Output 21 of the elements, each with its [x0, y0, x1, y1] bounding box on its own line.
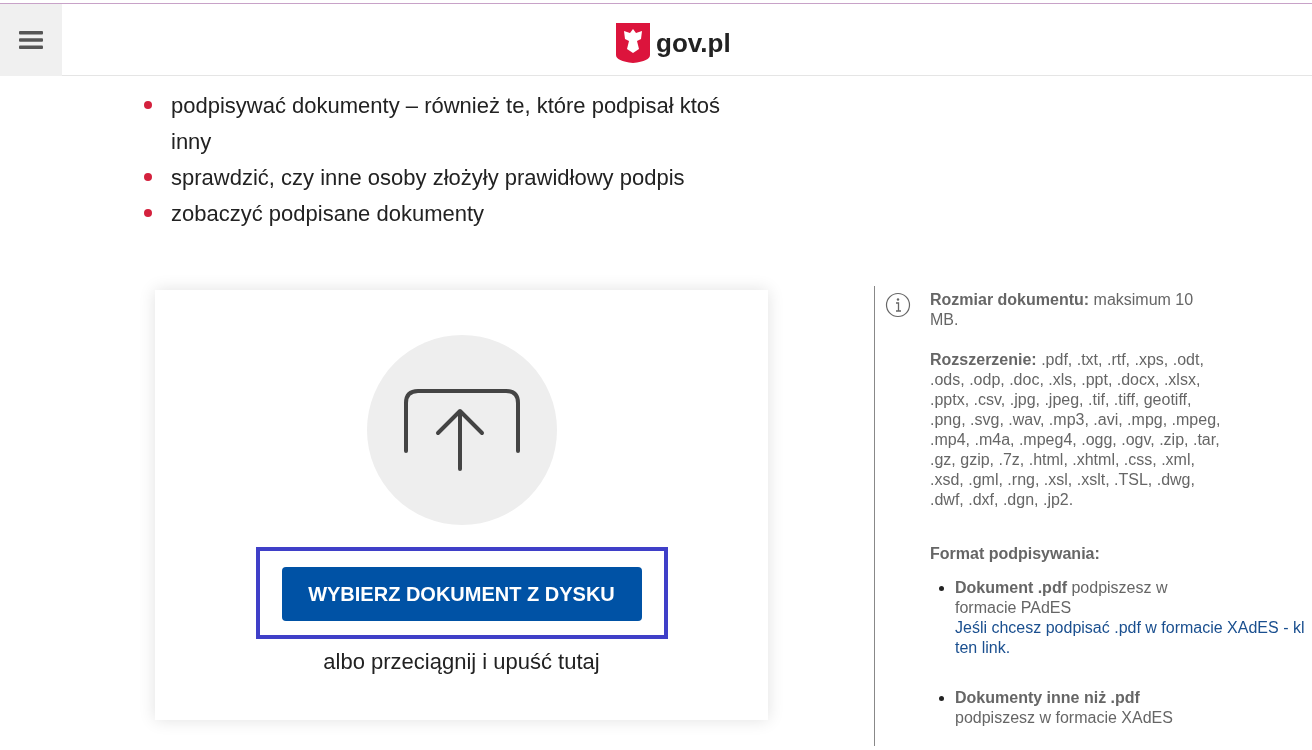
bullet-icon — [939, 696, 944, 701]
extensions-info: Rozszerzenie: .pdf, .txt, .rtf, .xps, .odt, .ods, .odp, .doc, .xls, .ppt, .docx, .xlsx, .pptx, .csv, .jpg, .jpeg, .tif, .tiff, geotiff, .png, .svg, .wav, .mp3, .avi, .mpg, .mpeg, .mp4, .m4a, .mpeg4, .ogg, .ogv, .zip, .tar, .gz, gzip, .7z, .html, .xhtml, .css, .xml, .xsd, .gml, .rng, .xsl, .xslt, .TSL, .dwg, .dwf, .dxf, .dgn, .jp2. — [930, 350, 1222, 510]
xades-link[interactable]: Jeśli chcesz podpisać .pdf w formacie XAdES - kl ten link. — [955, 618, 1305, 658]
bullet-icon — [144, 209, 152, 217]
info-icon — [885, 292, 911, 318]
upload-icon — [403, 389, 520, 471]
format-text: Dokumenty inne niż .pdf podpiszesz w formacie XAdES — [955, 688, 1174, 728]
feature-text: zobaczyć podpisane dokumenty — [171, 200, 486, 228]
site-logo-text: gov.pl — [656, 26, 731, 60]
bullet-icon — [144, 173, 152, 181]
bullet-icon — [144, 101, 152, 109]
menu-button[interactable] — [0, 3, 62, 76]
bullet-icon — [939, 586, 944, 591]
eagle-emblem-icon — [616, 23, 650, 63]
drop-hint: albo przeciągnij i upuść tutaj — [323, 648, 600, 676]
feature-text: sprawdzić, czy inne osoby złożyły prawidłowy podpis — [171, 164, 686, 192]
size-info: Rozmiar dokumentu: maksimum 10 MB. — [930, 290, 1195, 330]
format-text: Dokument .pdf podpiszesz w formacie PAdES — [955, 578, 1169, 618]
format-heading: Format podpisywania: — [930, 544, 1101, 564]
choose-file-button[interactable]: WYBIERZ DOKUMENT Z DYSKU — [281, 567, 642, 621]
menu-icon — [19, 29, 43, 50]
